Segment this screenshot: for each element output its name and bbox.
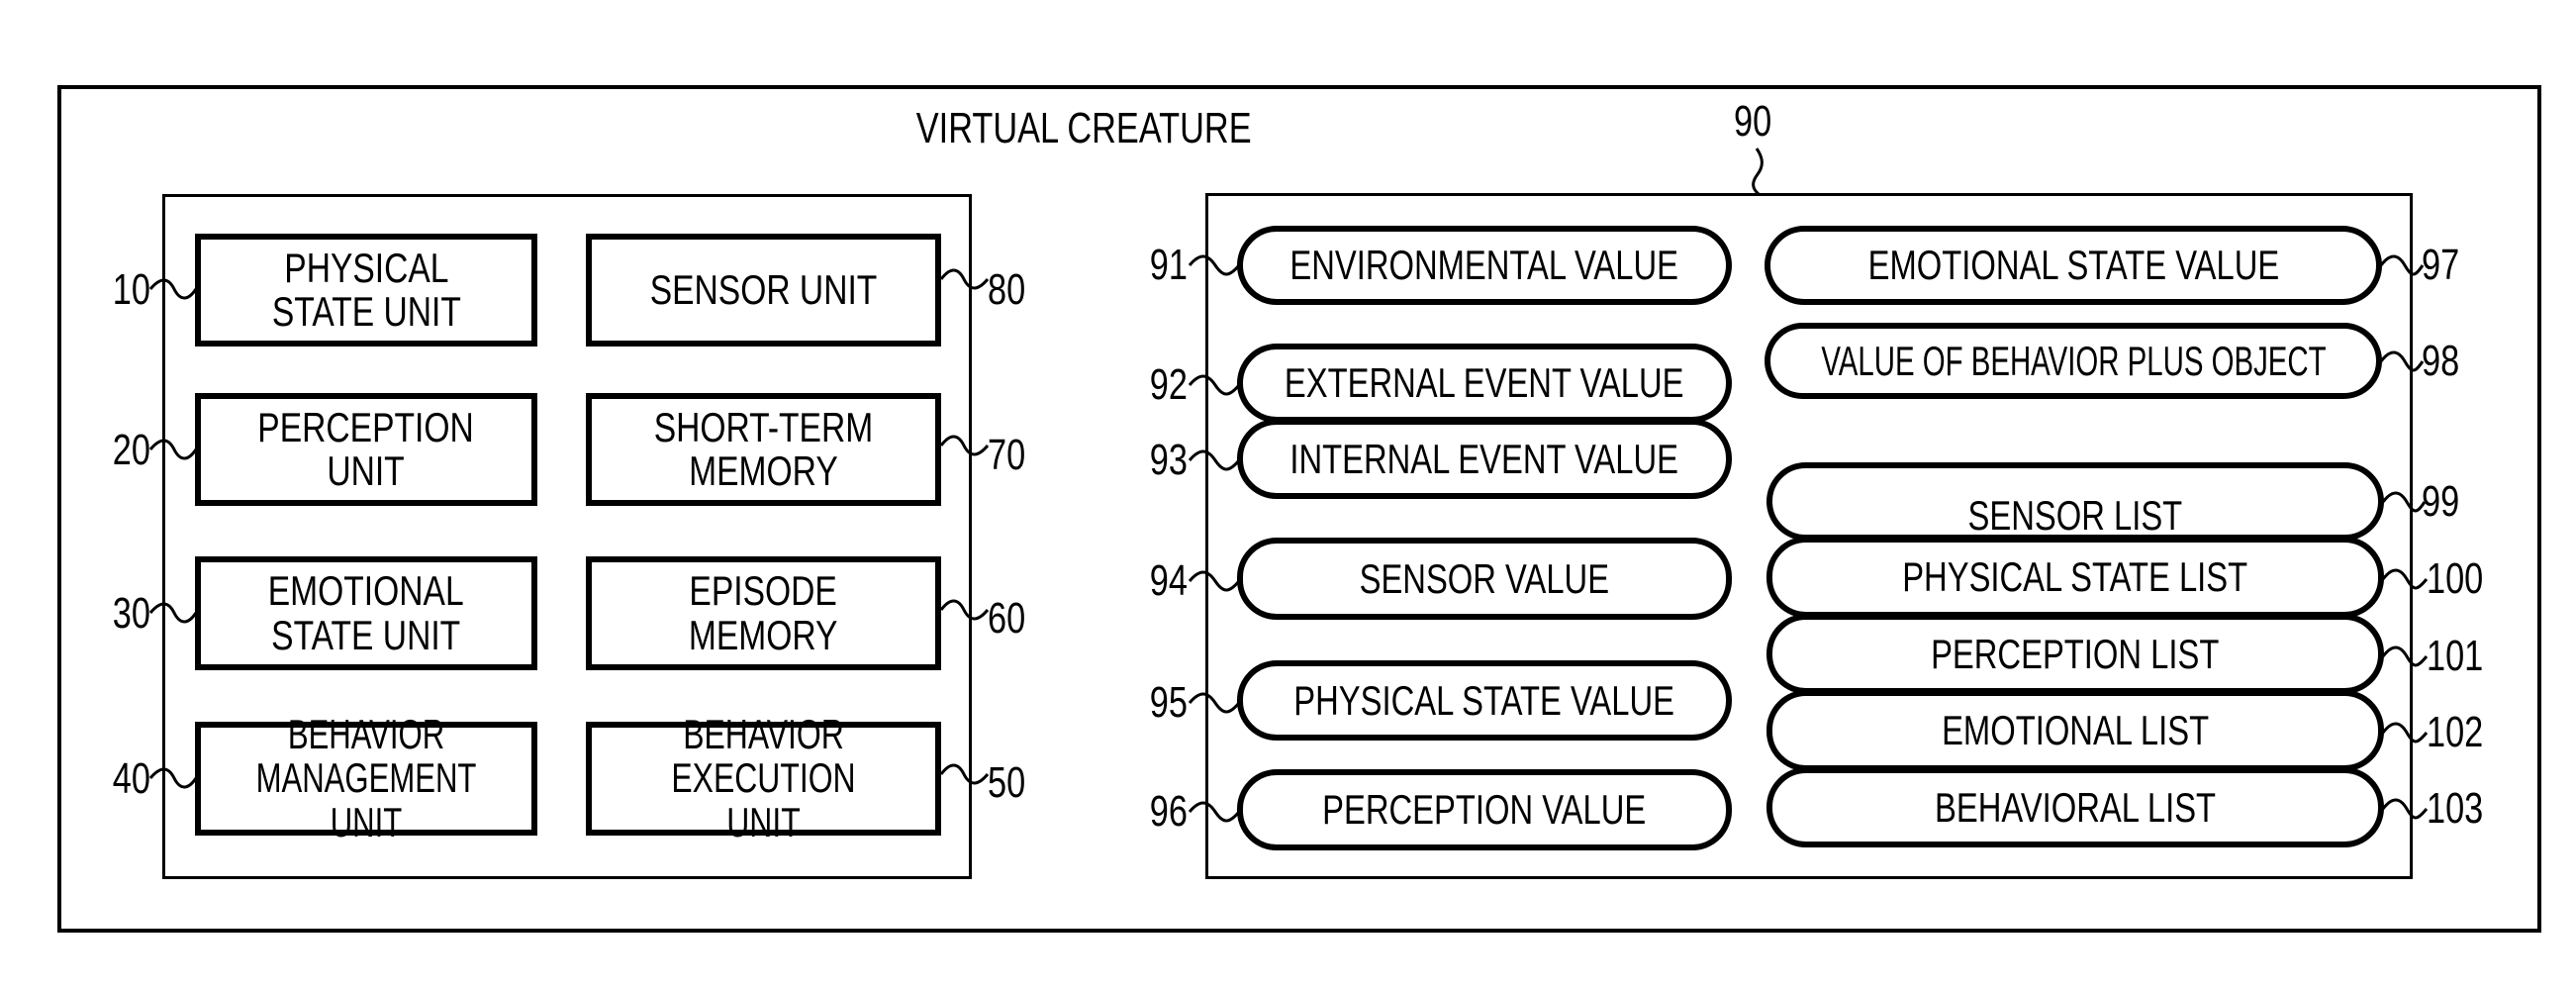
ref-label-99: 99 — [2422, 477, 2460, 526]
behavior-management-unit: BEHAVIOR MANAGEMENT UNIT — [195, 713, 537, 843]
emotional-state-value: EMOTIONAL STATE VALUE — [1765, 226, 2382, 305]
ref-label-90: 90 — [1734, 97, 1772, 146]
sensor-value: SENSOR VALUE — [1237, 538, 1732, 620]
unit-label-line: MANAGEMENT UNIT — [255, 754, 477, 845]
ref-label-97: 97 — [2422, 241, 2460, 289]
perception-list: PERCEPTION LIST — [1766, 614, 2384, 694]
ref-label-70: 70 — [988, 431, 1026, 479]
ref-label-80: 80 — [988, 265, 1026, 314]
episode-memory: EPISODE MEMORY — [586, 556, 941, 670]
emotional-state-unit: EMOTIONAL STATE UNIT — [195, 556, 537, 670]
ref-label-92: 92 — [1149, 360, 1188, 409]
physical-state-list: PHYSICAL STATE LIST — [1766, 537, 2384, 618]
unit-label-line: SENSOR UNIT — [649, 265, 878, 313]
diagram-title: VIRTUAL CREATURE — [851, 99, 1316, 158]
ref-label-96: 96 — [1149, 787, 1188, 836]
ref-label-91: 91 — [1149, 241, 1188, 289]
short-term-memory: SHORT-TERM MEMORY — [586, 393, 941, 506]
ref-label-30: 30 — [112, 589, 150, 638]
ref-label-93: 93 — [1149, 436, 1188, 484]
unit-label-line: PHYSICAL — [283, 244, 449, 291]
value-of-behavior-plus-object: VALUE OF BEHAVIOR PLUS OBJECT — [1765, 323, 2382, 399]
unit-label-line: MEMORY — [689, 447, 838, 494]
behavior-execution-unit: BEHAVIOR EXECUTION UNIT — [586, 713, 941, 843]
perception-unit: PERCEPTION UNIT — [195, 393, 537, 506]
unit-label-line: MEMORY — [689, 611, 838, 658]
unit-label-line: STATE UNIT — [271, 611, 461, 658]
ref-label-95: 95 — [1149, 678, 1188, 727]
unit-label-line: BEHAVIOR — [287, 711, 445, 758]
ref-label-100: 100 — [2427, 554, 2484, 603]
emotional-list: EMOTIONAL LIST — [1766, 690, 2384, 771]
unit-label-line: BEHAVIOR — [683, 711, 844, 758]
unit-label-line: EMOTIONAL — [268, 567, 464, 615]
unit-label-line: EXECUTION UNIT — [671, 754, 856, 845]
unit-label-line: STATE UNIT — [271, 288, 461, 335]
ref-label-60: 60 — [988, 594, 1026, 643]
ref-label-50: 50 — [988, 758, 1026, 807]
ref-label-10: 10 — [112, 265, 150, 314]
ref-label-40: 40 — [112, 754, 150, 803]
physical-state-unit: PHYSICAL STATE UNIT — [195, 234, 537, 347]
unit-label-line: SHORT-TERM — [653, 403, 874, 450]
ref-label-20: 20 — [112, 426, 150, 474]
behavioral-list: BEHAVIORAL LIST — [1766, 767, 2384, 847]
sensor-unit: SENSOR UNIT — [586, 234, 941, 347]
ref-label-98: 98 — [2422, 337, 2460, 385]
unit-label-line: PERCEPTION — [257, 403, 475, 450]
perception-value: PERCEPTION VALUE — [1237, 769, 1732, 850]
ref-label-101: 101 — [2427, 632, 2484, 680]
sensor-list: SENSOR LIST — [1766, 462, 2384, 541]
physical-state-value: PHYSICAL STATE VALUE — [1237, 660, 1732, 741]
ref-label-102: 102 — [2427, 708, 2484, 756]
environmental-value: ENVIRONMENTAL VALUE — [1237, 226, 1732, 305]
diagram-title-text: VIRTUAL CREATURE — [915, 104, 1252, 152]
unit-label-line: EPISODE — [689, 567, 838, 615]
ref-label-103: 103 — [2427, 784, 2484, 833]
external-event-value: EXTERNAL EVENT VALUE — [1237, 344, 1732, 423]
unit-label-line: UNIT — [327, 447, 406, 494]
internal-event-value: INTERNAL EVENT VALUE — [1237, 419, 1732, 499]
ref-label-94: 94 — [1149, 556, 1188, 605]
